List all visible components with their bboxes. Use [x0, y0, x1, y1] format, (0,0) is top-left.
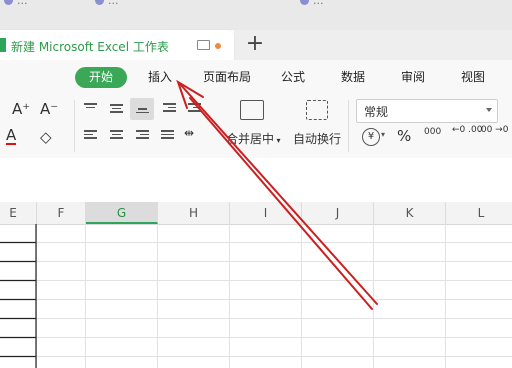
annotation-arrow [176, 79, 378, 310]
